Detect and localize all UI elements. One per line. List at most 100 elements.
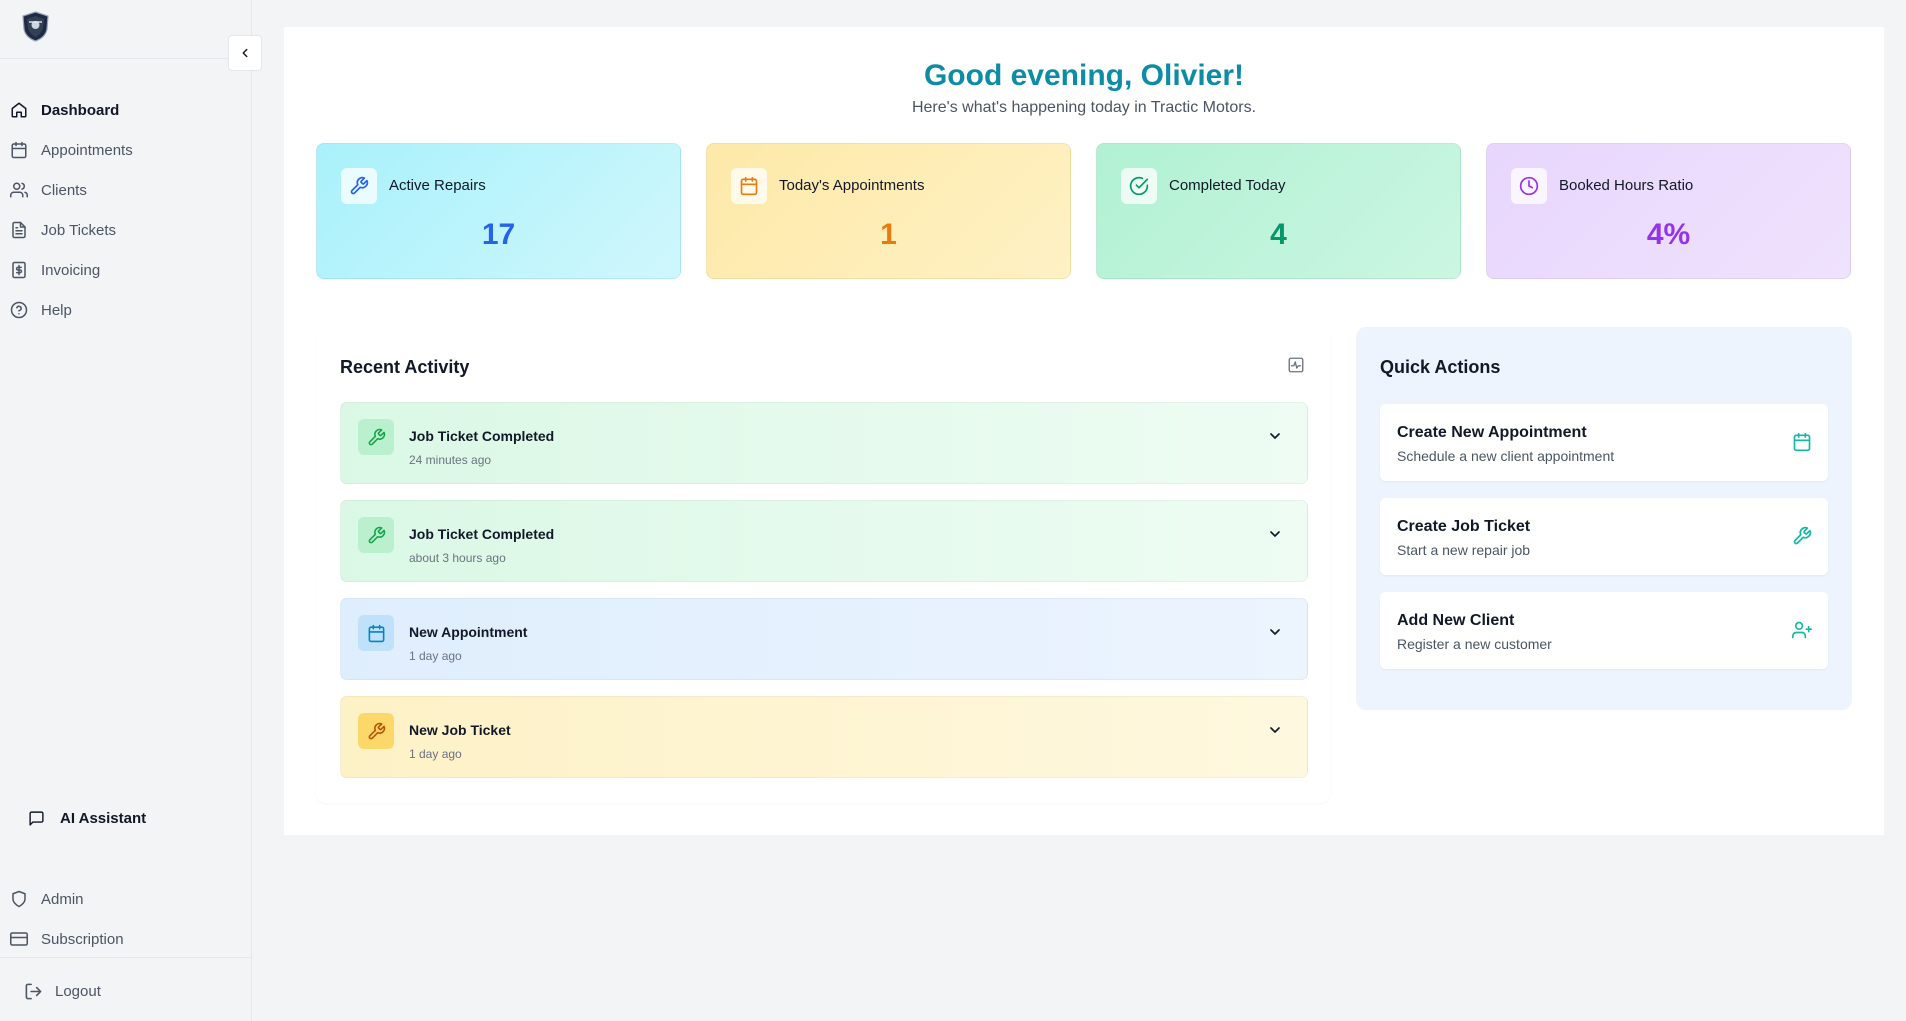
file-text-icon <box>12 221 26 239</box>
sidebar-item-appointments[interactable]: Appointments <box>0 130 252 170</box>
stat-label: Today's Appointments <box>779 177 925 194</box>
sidebar-item-label: Admin <box>41 890 84 908</box>
shield-icon <box>12 890 26 908</box>
sidebar-divider <box>0 957 252 958</box>
stat-value: 4 <box>1270 218 1287 251</box>
logo-area <box>0 0 251 59</box>
sidebar-item-job-tickets[interactable]: Job Tickets <box>0 210 252 250</box>
chevron-down-icon[interactable] <box>1267 526 1283 542</box>
create-appointment-button[interactable]: Create New Appointment Schedule a new cl… <box>1380 404 1828 481</box>
activity-icon-box <box>358 517 394 553</box>
clock-icon <box>1519 176 1539 196</box>
stat-label: Booked Hours Ratio <box>1559 177 1694 194</box>
chevron-down-icon[interactable] <box>1267 624 1283 640</box>
user-plus-icon <box>1792 621 1812 639</box>
stat-card-todays-appointments[interactable]: Today's Appointments 1 <box>706 143 1071 279</box>
sidebar-item-clients[interactable]: Clients <box>0 170 252 210</box>
activity-title: Job Ticket Completed <box>409 526 555 542</box>
greeting-subtitle: Here's what's happening today in Tractic… <box>911 99 1257 116</box>
wrench-icon <box>368 722 385 739</box>
sidebar-item-label: Invoicing <box>41 261 101 279</box>
stat-label: Active Repairs <box>389 177 486 194</box>
stat-icon-box <box>731 168 767 204</box>
greeting-title: Good evening, Olivier! <box>923 59 1245 92</box>
logout-label: Logout <box>55 983 101 1000</box>
quick-actions-panel: Quick Actions Create New Appointment Sch… <box>1356 327 1852 710</box>
stat-card-booked-hours-ratio[interactable]: Booked Hours Ratio 4% <box>1486 143 1851 279</box>
chevron-down-icon[interactable] <box>1267 428 1283 444</box>
stat-value: 4% <box>1646 218 1691 251</box>
sidebar-item-label: Help <box>41 301 72 319</box>
dashboard-main: Good evening, Olivier! Here's what's hap… <box>284 27 1884 835</box>
quick-action-title: Create Job Ticket <box>1397 518 1531 535</box>
stat-value: 1 <box>880 218 897 251</box>
stat-label: Completed Today <box>1169 177 1286 194</box>
activity-title: New Job Ticket <box>409 722 511 738</box>
activity-item[interactable]: Job Ticket Completed about 3 hours ago <box>340 500 1308 582</box>
stat-card-active-repairs[interactable]: Active Repairs 17 <box>316 143 681 279</box>
activity-item[interactable]: New Job Ticket 1 day ago <box>340 696 1308 778</box>
sidebar-item-invoicing[interactable]: Invoicing <box>0 250 252 290</box>
main-nav: Dashboard Appointments Clients Job Ticke… <box>0 90 252 330</box>
check-circle-icon <box>1129 176 1149 196</box>
wrench-icon <box>1793 526 1812 545</box>
activity-item[interactable]: New Appointment 1 day ago <box>340 598 1308 680</box>
sidebar-item-dashboard[interactable]: Dashboard <box>0 90 252 130</box>
quick-action-title: Add New Client <box>1397 612 1515 629</box>
create-job-ticket-button[interactable]: Create Job Ticket Start a new repair job <box>1380 498 1828 575</box>
calendar-icon <box>368 624 384 642</box>
sidebar-item-label: Subscription <box>41 930 124 948</box>
credit-card-icon <box>10 932 28 946</box>
sidebar-item-label: Clients <box>41 181 87 199</box>
recent-activity-panel: Recent Activity Job Ticket Completed 24 … <box>316 327 1330 803</box>
users-icon <box>10 182 28 198</box>
message-square-icon <box>29 811 44 826</box>
stat-card-completed-today[interactable]: Completed Today 4 <box>1096 143 1461 279</box>
activity-icon-box <box>358 713 394 749</box>
stat-icon-box <box>1511 168 1547 204</box>
add-new-client-button[interactable]: Add New Client Register a new customer <box>1380 592 1828 669</box>
sidebar-item-label: Job Tickets <box>41 221 117 239</box>
wrench-icon <box>368 526 385 543</box>
calendar-icon <box>1793 432 1811 452</box>
bottom-nav: Admin Subscription <box>0 879 252 959</box>
sidebar-item-label: Appointments <box>41 141 133 159</box>
chevron-left-icon <box>242 48 248 58</box>
wrench-icon <box>350 176 369 195</box>
stat-icon-box <box>1121 168 1157 204</box>
shield-badge-logo[interactable] <box>21 11 50 42</box>
sidebar-item-help[interactable]: Help <box>0 290 252 330</box>
chevron-down-icon[interactable] <box>1267 722 1283 738</box>
quick-action-subtitle: Start a new repair job <box>1397 542 1531 558</box>
activity-icon-box <box>358 419 394 455</box>
collapse-sidebar-button[interactable] <box>228 35 262 71</box>
calendar-icon <box>740 176 758 196</box>
calendar-icon <box>11 141 27 159</box>
ai-assistant-label: AI Assistant <box>60 810 147 827</box>
activity-item[interactable]: Job Ticket Completed 24 minutes ago <box>340 402 1308 484</box>
activity-icon[interactable] <box>1287 356 1305 374</box>
quick-action-title: Create New Appointment <box>1397 424 1587 441</box>
activity-time: about 3 hours ago <box>409 551 506 565</box>
activity-icon-box <box>358 615 394 651</box>
wrench-icon <box>368 428 385 445</box>
activity-time: 24 minutes ago <box>409 453 492 467</box>
quick-actions-title: Quick Actions <box>1380 357 1501 377</box>
recent-activity-title: Recent Activity <box>340 357 470 377</box>
activity-title: Job Ticket Completed <box>409 428 555 444</box>
quick-action-subtitle: Schedule a new client appointment <box>1397 448 1615 464</box>
activity-time: 1 day ago <box>409 649 462 663</box>
logout-button[interactable]: Logout <box>24 982 101 1001</box>
sidebar-item-subscription[interactable]: Subscription <box>0 919 252 959</box>
stat-icon-box <box>341 168 377 204</box>
sidebar: Dashboard Appointments Clients Job Ticke… <box>0 0 252 1021</box>
sidebar-item-label: Dashboard <box>41 101 120 119</box>
sidebar-item-admin[interactable]: Admin <box>0 879 252 919</box>
quick-action-subtitle: Register a new customer <box>1397 636 1552 652</box>
stat-value: 17 <box>481 218 516 251</box>
help-circle-icon <box>10 301 28 319</box>
ai-assistant-button[interactable]: AI Assistant <box>28 810 146 827</box>
activity-title: New Appointment <box>409 624 528 640</box>
dollar-icon <box>12 261 26 279</box>
home-icon <box>11 102 27 118</box>
